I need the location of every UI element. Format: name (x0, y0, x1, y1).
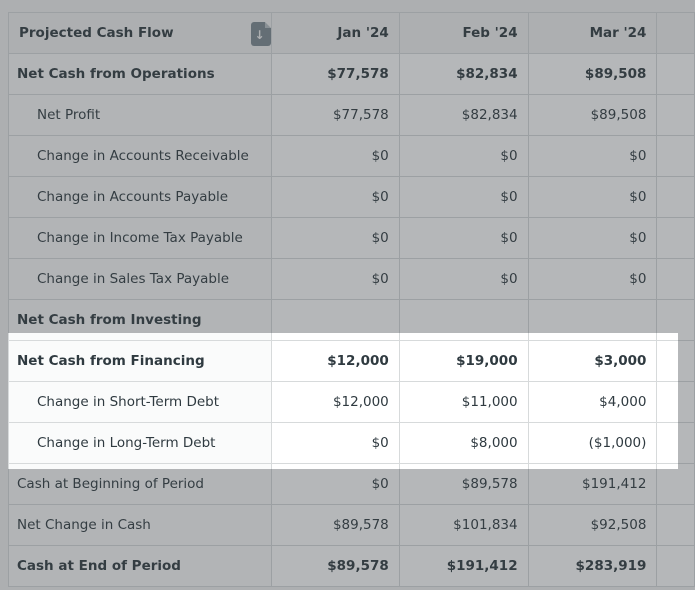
value-cell: $89,578 (398, 463, 529, 505)
overflow-cell (656, 299, 695, 341)
value-cell: $89,578 (270, 504, 400, 546)
value-cell: $0 (398, 176, 529, 218)
value-cell (270, 299, 400, 341)
value-cell (398, 299, 529, 341)
value-cell: $0 (270, 135, 400, 177)
value-cell: $0 (270, 422, 400, 464)
value-cell: $191,412 (527, 463, 658, 505)
value-cell: $12,000 (270, 381, 400, 423)
value-cell: $0 (270, 463, 400, 505)
month-header: Mar '24 (527, 12, 658, 54)
table-row: Cash at Beginning of Period $0 $89,578 $191… (8, 463, 695, 505)
overflow-cell (656, 340, 695, 382)
value-cell: $92,508 (527, 504, 658, 546)
row-label: Net Cash from Investing (8, 299, 272, 341)
row-label: Net Cash from Financing (8, 340, 272, 382)
value-cell: $82,834 (398, 53, 529, 95)
table-body: Net Cash from Operations $77,578 $82,834 $8… (8, 53, 695, 587)
value-cell: $0 (527, 258, 658, 300)
table-row: Cash at End of Period $89,578 $191,412 $283… (8, 545, 695, 587)
overflow-cell (656, 258, 695, 300)
row-label: Change in Accounts Payable (8, 176, 272, 218)
row-label: Net Cash from Operations (8, 53, 272, 95)
overflow-cell (656, 422, 695, 464)
table-row: Net Profit $77,578 $82,834 $89,508 (8, 94, 695, 136)
overflow-cell (656, 545, 695, 587)
overflow-cell (656, 53, 695, 95)
table-row: Change in Long-Term Debt $0 $8,000 ($1,000) (8, 422, 695, 464)
month-header: Feb '24 (398, 12, 529, 54)
value-cell: $191,412 (398, 545, 529, 587)
row-label: Cash at Beginning of Period (8, 463, 272, 505)
table-row: Net Cash from Operations $77,578 $82,834 $8… (8, 53, 695, 95)
download-file-icon[interactable]: ↓ (250, 22, 271, 46)
table-row: Net Cash from Investing (8, 299, 695, 341)
value-cell: $0 (527, 135, 658, 177)
overflow-cell (656, 94, 695, 136)
value-cell: $0 (398, 258, 529, 300)
table-row: Change in Accounts Payable $0 $0 $0 (8, 176, 695, 218)
value-cell: $3,000 (527, 340, 658, 382)
table-row: Net Change in Cash $89,578 $101,834 $92,508 (8, 504, 695, 546)
overflow-cell (656, 504, 695, 546)
value-cell: $77,578 (270, 53, 400, 95)
value-cell: $283,919 (527, 545, 658, 587)
table-row: Change in Income Tax Payable $0 $0 $0 (8, 217, 695, 259)
value-cell: $101,834 (398, 504, 529, 546)
overflow-cell (656, 217, 695, 259)
table-title-cell: Projected Cash Flow ↓ (8, 12, 272, 54)
overflow-cell (656, 176, 695, 218)
table-header-row: Projected Cash Flow ↓ Jan '24 Feb '24 Ma… (8, 12, 695, 54)
row-label: Net Profit (8, 94, 272, 136)
value-cell (527, 299, 658, 341)
dim-overlay-left (0, 333, 8, 469)
value-cell: $11,000 (398, 381, 529, 423)
value-cell: $89,508 (527, 94, 658, 136)
value-cell: $12,000 (270, 340, 400, 382)
value-cell: $0 (270, 217, 400, 259)
value-cell: $0 (270, 176, 400, 218)
value-cell: $89,508 (527, 53, 658, 95)
table-row: Change in Sales Tax Payable $0 $0 $0 (8, 258, 695, 300)
value-cell: $0 (527, 176, 658, 218)
overflow-cell (656, 135, 695, 177)
value-cell: $4,000 (527, 381, 658, 423)
overflow-column-header (656, 12, 695, 54)
overflow-cell (656, 463, 695, 505)
value-cell: $19,000 (398, 340, 529, 382)
row-label: Net Change in Cash (8, 504, 272, 546)
table-title: Projected Cash Flow (19, 25, 174, 41)
row-label: Change in Accounts Receivable (8, 135, 272, 177)
row-label: Change in Income Tax Payable (8, 217, 272, 259)
value-cell: ($1,000) (527, 422, 658, 464)
row-label: Cash at End of Period (8, 545, 272, 587)
table-row: Change in Short-Term Debt $12,000 $11,000 $… (8, 381, 695, 423)
row-label: Change in Short-Term Debt (8, 381, 272, 423)
value-cell: $0 (398, 217, 529, 259)
value-cell: $82,834 (398, 94, 529, 136)
overflow-cell (656, 381, 695, 423)
value-cell: $0 (270, 258, 400, 300)
cash-flow-table: Projected Cash Flow ↓ Jan '24 Feb '24 Ma… (8, 12, 695, 587)
row-label: Change in Sales Tax Payable (8, 258, 272, 300)
value-cell: $8,000 (398, 422, 529, 464)
value-cell: $77,578 (270, 94, 400, 136)
row-label: Change in Long-Term Debt (8, 422, 272, 464)
table-row: Change in Accounts Receivable $0 $0 $0 (8, 135, 695, 177)
value-cell: $0 (398, 135, 529, 177)
value-cell: $0 (527, 217, 658, 259)
value-cell: $89,578 (270, 545, 400, 587)
month-header: Jan '24 (270, 12, 400, 54)
table-row: Net Cash from Financing $12,000 $19,000 $3,… (8, 340, 695, 382)
